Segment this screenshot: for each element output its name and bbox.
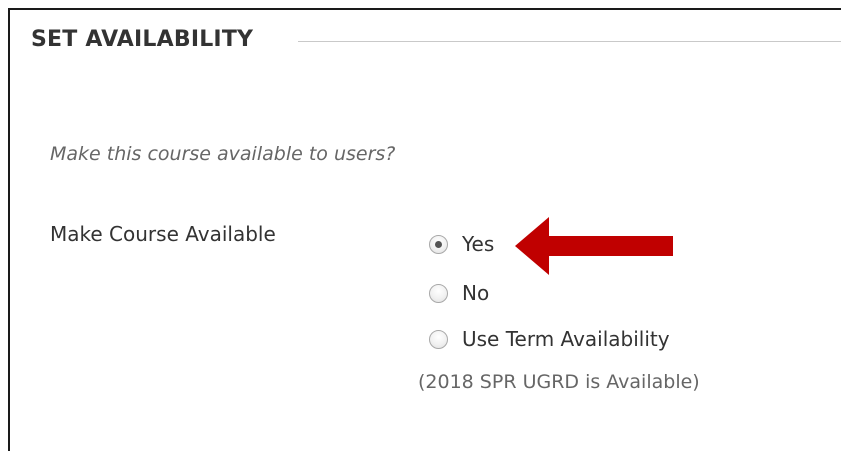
radio-use-term-availability[interactable] xyxy=(429,329,448,349)
option-no[interactable]: No xyxy=(429,281,489,305)
make-course-available-label: Make Course Available xyxy=(50,222,276,246)
radio-no[interactable] xyxy=(429,283,448,303)
option-yes-label[interactable]: Yes xyxy=(462,232,494,256)
radio-selected-dot xyxy=(435,240,442,248)
option-no-label[interactable]: No xyxy=(462,281,489,305)
panel-border-left xyxy=(8,8,10,451)
option-use-term-availability-label[interactable]: Use Term Availability xyxy=(462,327,670,351)
left-arrow-icon xyxy=(515,217,673,275)
instructions-text: Make this course available to users? xyxy=(50,143,396,165)
option-use-term-availability[interactable]: Use Term Availability xyxy=(429,327,670,351)
term-availability-note: (2018 SPR UGRD is Available) xyxy=(418,371,700,393)
availability-panel: SET AVAILABILITY Make this course availa… xyxy=(0,0,841,451)
radio-yes[interactable] xyxy=(429,234,448,254)
section-divider xyxy=(298,41,841,42)
option-yes[interactable]: Yes xyxy=(429,232,494,256)
arrow-shape xyxy=(515,217,673,275)
section-title: SET AVAILABILITY xyxy=(31,27,254,52)
panel-border-top xyxy=(8,8,841,10)
